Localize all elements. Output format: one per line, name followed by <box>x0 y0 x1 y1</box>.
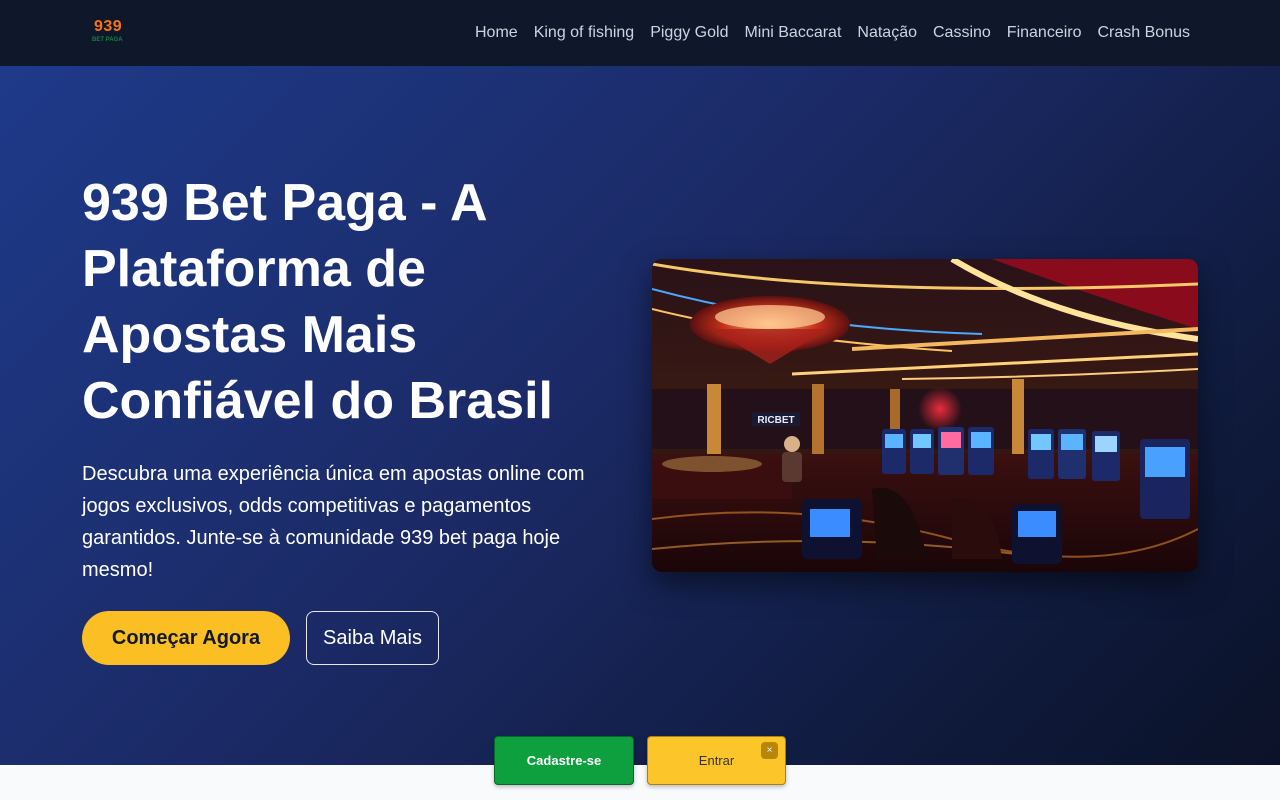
hero-title: 939 Bet Paga - A Plataforma de Apostas M… <box>82 174 553 430</box>
nav-home[interactable]: Home <box>475 24 518 42</box>
start-now-button[interactable]: Começar Agora <box>82 611 290 665</box>
casino-sign-text: RICBET <box>757 415 794 426</box>
nav-king-of-fishing[interactable]: King of fishing <box>534 24 635 42</box>
site-header: 939 BET PAGA Home King of fishing Piggy … <box>0 0 1280 66</box>
casino-hero-image: RICBET <box>652 259 1198 572</box>
hero-description: Descubra uma experiência única em aposta… <box>82 463 585 581</box>
nav-mini-baccarat[interactable]: Mini Baccarat <box>744 24 841 42</box>
page-bottom-strip <box>0 765 1280 800</box>
main-nav: Home King of fishing Piggy Gold Mini Bac… <box>475 0 1190 66</box>
nav-financeiro[interactable]: Financeiro <box>1007 24 1082 42</box>
register-button[interactable]: Cadastre-se <box>494 736 634 785</box>
close-icon[interactable]: × <box>761 742 778 759</box>
nav-piggy-gold[interactable]: Piggy Gold <box>650 24 728 42</box>
logo-text: 939 <box>94 18 123 35</box>
nav-cassino[interactable]: Cassino <box>933 24 991 42</box>
nav-crash-bonus[interactable]: Crash Bonus <box>1098 24 1191 42</box>
hero-section: 939 Bet Paga - A Plataforma de Apostas M… <box>0 66 1280 765</box>
logo-subtext: BET PAGA <box>92 37 123 43</box>
nav-natacao[interactable]: Natação <box>857 24 917 42</box>
learn-more-button[interactable]: Saiba Mais <box>306 611 439 665</box>
site-logo[interactable]: 939 BET PAGA <box>90 18 130 48</box>
